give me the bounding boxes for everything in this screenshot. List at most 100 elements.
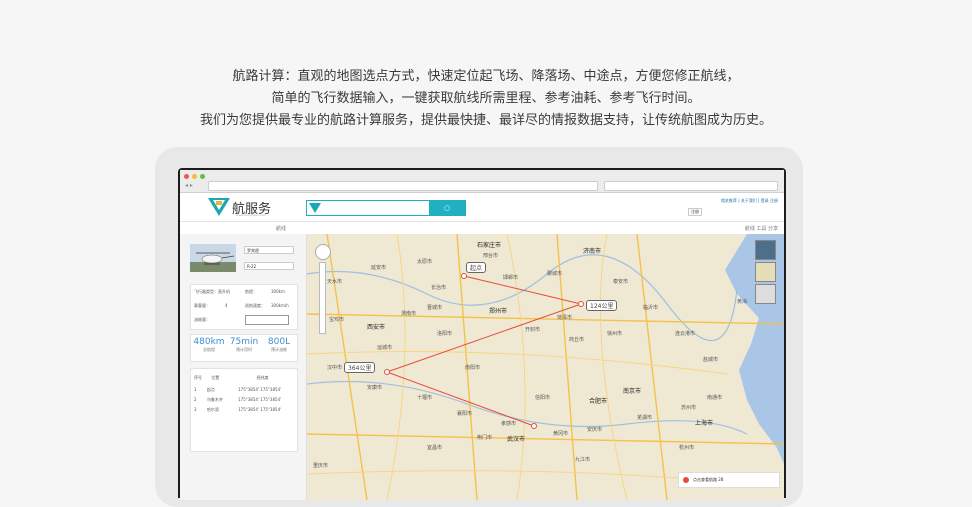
map-city-label: 商丘市 — [569, 337, 585, 343]
table-row[interactable]: 1 起点 175°3854' 175°3854' — [194, 387, 281, 393]
spec-capacity-label: 载客量： — [194, 303, 210, 308]
map-city-label: 邢台市 — [483, 253, 499, 259]
site-header: 航服务 www.hangfuwu.com ○ 相关推荐 | 关于我们 | 登录 … — [180, 193, 784, 222]
map-city-label: 杭州市 — [679, 445, 695, 451]
map-tools[interactable]: 航线 工具 分享 — [745, 225, 778, 232]
subbar-label[interactable]: 航线 — [276, 225, 286, 232]
stat-fuel-label: 预计油耗 — [271, 347, 287, 352]
spec-range-label: 航程： — [245, 289, 257, 294]
waypoint-coords: 175°3854' 175°3854' — [238, 387, 282, 392]
fuel-input[interactable] — [245, 315, 289, 325]
header-links[interactable]: 相关推荐 | 关于我们 | 登录 注册 — [721, 198, 778, 204]
sidebar: 罗宾逊 R-22 飞行器类型：直升机 航程： 300km 载客量： 4 巡航速度… — [180, 234, 307, 500]
stat-time-label: 预计用时 — [236, 347, 252, 352]
map-city-label: 开封市 — [525, 327, 541, 333]
map-city-label: 南阳市 — [465, 365, 481, 371]
spec-panel: 飞行器类型：直升机 航程： 300km 载客量： 4 巡航速度： 300km/h… — [190, 284, 298, 330]
map-standard-thumb[interactable] — [755, 262, 776, 282]
intro-line-2: 简单的飞行数据输入，一键获取航线所需里程、参考油耗、参考飞行时间。 — [271, 91, 701, 106]
map-city-label: 菏泽市 — [557, 315, 573, 321]
maximize-dot-icon[interactable] — [200, 174, 205, 179]
waypoint-name: 哈尔滨 — [206, 407, 219, 412]
waypoint-table: 序号 位置 经纬度 1 起点 175°3854' 175°3854' 2 乌鲁木… — [190, 368, 298, 452]
map-city-label: 盐城市 — [703, 357, 719, 363]
waypoint-col-coords: 经纬度 — [256, 375, 269, 380]
logo-subtitle: www.hangfuwu.com — [236, 213, 267, 217]
spec-speed-value: 300km/h — [271, 303, 289, 308]
map-city-label: 渭南市 — [401, 311, 417, 317]
map-city-label: 九江市 — [575, 457, 591, 463]
map-view[interactable]: 起点 124公里 364公里 西安市 郑州市 武汉市 南京市 合肥市 上海市 济… — [307, 234, 784, 500]
map-city-label: 襄阳市 — [457, 411, 473, 417]
map-city-label: 邯郸市 — [503, 275, 519, 281]
map-city-label: 宜昌市 — [427, 445, 443, 451]
route-start-marker — [461, 273, 467, 279]
map-city-label: 运城市 — [377, 345, 393, 351]
waypoint-index: 1 — [194, 387, 197, 392]
spec-range-value: 300km — [271, 289, 285, 294]
back-arrow-icon[interactable]: ◂ ▸ — [185, 182, 193, 189]
map-satellite-thumb[interactable] — [755, 240, 776, 260]
waypoint-col-position: 位置 — [211, 375, 220, 380]
url-bar[interactable] — [208, 181, 598, 191]
route-waypoint-marker — [384, 369, 390, 375]
stat-distance: 480km 总航程 — [192, 337, 226, 353]
map-city-label: 长治市 — [431, 285, 447, 291]
map-terrain-thumb[interactable] — [755, 284, 776, 304]
map-city-label: 连云港市 — [675, 331, 696, 337]
map-city-label: 济南市 — [583, 248, 602, 255]
search-logo-icon — [309, 203, 321, 213]
map-sea-label: 黄海 — [737, 299, 748, 305]
stat-time-value: 75min — [229, 337, 259, 347]
waypoint-name: 乌鲁木齐 — [206, 397, 223, 402]
browser-search-bar[interactable] — [604, 181, 778, 191]
map-canvas[interactable] — [307, 234, 784, 500]
close-dot-icon[interactable] — [184, 174, 189, 179]
map-city-label: 安康市 — [367, 385, 383, 391]
route-segment-label[interactable]: 124公里 — [586, 300, 618, 311]
map-city-label: 荆门市 — [477, 435, 493, 441]
minimize-dot-icon[interactable] — [192, 174, 197, 179]
map-city-label: 上海市 — [695, 420, 714, 427]
header-register-button[interactable]: 注册 — [688, 208, 702, 216]
browser-window: ◂ ▸ 航服务 www.hangfuwu.com ○ 相关推荐 | 关于我们 |… — [180, 170, 784, 500]
route-end-marker — [531, 423, 537, 429]
stat-fuel: 800L 预计油耗 — [262, 337, 296, 353]
stat-time: 75min 预计用时 — [227, 337, 261, 353]
spec-type-label: 飞行器类型：直升机 — [194, 289, 230, 294]
map-city-label: 芜湖市 — [637, 415, 653, 421]
table-row[interactable]: 2 乌鲁木齐 175°3854' 175°3854' — [194, 397, 281, 403]
map-city-label: 石家庄市 — [477, 242, 502, 249]
waypoint-index: 2 — [194, 397, 197, 402]
browser-chrome: ◂ ▸ — [180, 170, 784, 193]
route-start-label[interactable]: 起点 — [466, 262, 487, 273]
spec-fuel-label: 油耗量： — [194, 317, 210, 322]
map-city-label: 泰安市 — [613, 279, 629, 285]
map-city-label: 徐州市 — [607, 331, 623, 337]
helicopter-image — [190, 244, 236, 272]
aircraft-brand-select[interactable]: 罗宾逊 — [244, 246, 294, 254]
map-bottom-bar[interactable]: 点击查看航路 28 — [678, 472, 780, 488]
waypoint-col-index: 序号 — [194, 375, 202, 380]
logo-icon — [208, 198, 230, 216]
map-zoom-slider[interactable] — [319, 262, 326, 334]
site-search-input[interactable]: ○ — [306, 200, 466, 216]
waypoint-coords: 175°3854' 175°3854' — [238, 397, 282, 402]
map-city-label: 武汉市 — [507, 436, 526, 443]
map-city-label: 聊城市 — [547, 271, 563, 277]
map-city-label: 孝感市 — [501, 421, 517, 427]
spec-capacity-value: 4 — [225, 303, 228, 308]
map-city-label: 十堰市 — [417, 395, 433, 401]
map-city-label: 郑州市 — [489, 308, 508, 315]
map-city-label: 延安市 — [371, 265, 387, 271]
route-segment-label[interactable]: 364公里 — [344, 362, 376, 373]
map-city-label: 天水市 — [327, 279, 343, 285]
waypoint-name: 起点 — [206, 387, 215, 392]
waypoint-coords: 175°3854' 175°3854' — [238, 407, 282, 412]
table-row[interactable]: 3 哈尔滨 175°3854' 175°3854' — [194, 407, 281, 413]
aircraft-model-select[interactable]: R-22 — [244, 262, 294, 270]
intro-text: 航路计算：直观的地图选点方式，快速定位起飞场、降落场、中途点，方便您修正航线， … — [0, 66, 972, 132]
spec-speed-label: 巡航速度： — [245, 303, 265, 308]
map-pan-control[interactable] — [315, 244, 331, 260]
search-button[interactable]: ○ — [429, 201, 465, 215]
